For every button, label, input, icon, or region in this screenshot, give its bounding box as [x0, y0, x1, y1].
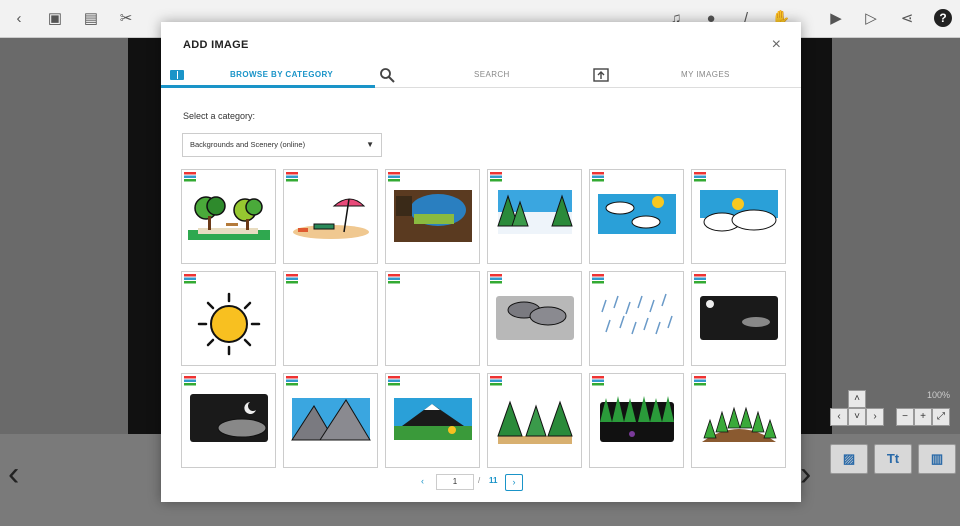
image-tile-cave[interactable] — [385, 169, 480, 264]
image-tile-storm-clouds[interactable] — [487, 271, 582, 366]
prev-page-arrow-icon[interactable]: ‹ — [8, 455, 19, 494]
sun-image — [197, 292, 261, 356]
fit-screen-button[interactable]: ⤢ — [932, 408, 950, 426]
add-text-tool-button[interactable]: Tt — [874, 444, 912, 474]
image-tile-blue-sky-clouds[interactable] — [589, 169, 684, 264]
help-icon[interactable]: ? — [934, 9, 952, 27]
image-tile-rain[interactable] — [589, 271, 684, 366]
image-tile-tree-hill[interactable] — [691, 373, 786, 468]
image-tile-snowy-pines[interactable] — [487, 169, 582, 264]
tab-bar: BROWSE BY CATEGORY SEARCH MY IMAGES — [161, 64, 801, 88]
zoom-in-button[interactable]: + — [914, 408, 932, 426]
stage-left-margin — [0, 38, 128, 434]
upload-icon[interactable] — [593, 67, 609, 83]
nudge-down-button[interactable]: ˅ — [848, 408, 866, 426]
provider-logo-icon — [388, 376, 400, 386]
image-tile-beach-umbrella[interactable] — [283, 169, 378, 264]
next-page-arrow-icon[interactable]: › — [800, 455, 811, 494]
blue-sky-clouds-image — [598, 194, 676, 234]
image-grid — [181, 169, 787, 469]
cloudy-sky-image — [700, 190, 778, 232]
tab-my-images[interactable]: MY IMAGES — [681, 64, 730, 88]
page-number-input[interactable]: 1 — [436, 474, 474, 490]
nudge-left-button[interactable]: ‹ — [830, 408, 848, 426]
provider-logo-icon — [388, 172, 400, 182]
zoom-level: 100% — [926, 390, 950, 400]
provider-logo-icon — [592, 172, 604, 182]
pagination: ‹ 1 / 11 › — [161, 474, 801, 492]
provider-logo-icon — [184, 274, 196, 284]
cut-icon[interactable]: ✂ — [115, 8, 137, 30]
park-trees-image — [188, 196, 270, 240]
provider-logo-icon — [184, 172, 196, 182]
stage-right-margin — [832, 38, 960, 434]
search-icon[interactable] — [379, 67, 395, 83]
provider-logo-icon — [694, 274, 706, 284]
play-icon[interactable]: ▷ — [860, 8, 882, 30]
share-icon[interactable]: ⋖ — [896, 8, 918, 30]
image-tile-mountain-meadow[interactable] — [385, 373, 480, 468]
provider-logo-icon — [184, 376, 196, 386]
provider-logo-icon — [592, 274, 604, 284]
provider-logo-icon — [490, 274, 502, 284]
night-moon-clouds-image — [190, 394, 268, 442]
zoom-out-button[interactable]: − — [896, 408, 914, 426]
provider-logo-icon — [490, 172, 502, 182]
page-separator: / — [478, 476, 481, 485]
provider-logo-icon — [694, 376, 706, 386]
play-from-icon[interactable]: ▶ — [825, 8, 847, 30]
provider-logo-icon — [286, 376, 298, 386]
book-icon — [170, 70, 184, 80]
cave-image — [394, 190, 472, 242]
dark-forest-image — [600, 396, 674, 442]
add-image-dialog: ADD IMAGE × BROWSE BY CATEGORY SEARCH MY… — [161, 22, 801, 502]
provider-logo-icon — [286, 274, 298, 284]
nudge-right-button[interactable]: › — [866, 408, 884, 426]
image-tile-forest-trees[interactable] — [487, 373, 582, 468]
save-as-icon[interactable]: ▤ — [80, 8, 102, 30]
active-tab-indicator — [161, 85, 375, 88]
image-tile-blank-2[interactable] — [385, 271, 480, 366]
caret-down-icon: ▼ — [366, 140, 374, 149]
image-tile-dark-forest[interactable] — [589, 373, 684, 468]
category-select-value: Backgrounds and Scenery (online) — [190, 140, 306, 149]
storm-clouds-image — [496, 296, 574, 340]
provider-logo-icon — [592, 376, 604, 386]
rain-image — [601, 293, 673, 335]
save-icon[interactable]: ▣ — [44, 8, 66, 30]
image-tile-cloudy-sky[interactable] — [691, 169, 786, 264]
prev-page-button[interactable]: ‹ — [421, 476, 424, 486]
night-sky-image — [700, 296, 778, 340]
image-tile-rocky-mountains[interactable] — [283, 373, 378, 468]
image-tile-night-sky[interactable] — [691, 271, 786, 366]
beach-umbrella-image — [293, 198, 369, 239]
close-icon[interactable]: × — [772, 36, 781, 54]
image-tile-night-moon-clouds[interactable] — [181, 373, 276, 468]
tab-search[interactable]: SEARCH — [474, 64, 510, 88]
image-tile-blank-1[interactable] — [283, 271, 378, 366]
image-tile-park-trees[interactable] — [181, 169, 276, 264]
forest-trees-image — [497, 400, 573, 444]
image-tile-sun[interactable] — [181, 271, 276, 366]
category-select[interactable]: Backgrounds and Scenery (online) ▼ — [182, 133, 382, 157]
add-image-tool-button[interactable]: ▨ — [830, 444, 868, 474]
dialog-title: ADD IMAGE — [183, 39, 249, 51]
snowy-pines-image — [497, 190, 573, 234]
rocky-mountains-image — [291, 398, 371, 441]
provider-logo-icon — [286, 172, 298, 182]
add-chart-tool-button[interactable]: ▥ — [918, 444, 956, 474]
next-page-button[interactable]: › — [505, 474, 523, 491]
provider-logo-icon — [694, 172, 706, 182]
provider-logo-icon — [490, 376, 502, 386]
tree-hill-image — [702, 406, 777, 442]
category-label: Select a category: — [183, 111, 256, 121]
back-icon[interactable]: ‹ — [8, 8, 30, 30]
nudge-up-button[interactable]: ˄ — [848, 390, 866, 408]
page-total: 11 — [489, 476, 498, 485]
mountain-meadow-image — [394, 398, 472, 440]
provider-logo-icon — [388, 274, 400, 284]
